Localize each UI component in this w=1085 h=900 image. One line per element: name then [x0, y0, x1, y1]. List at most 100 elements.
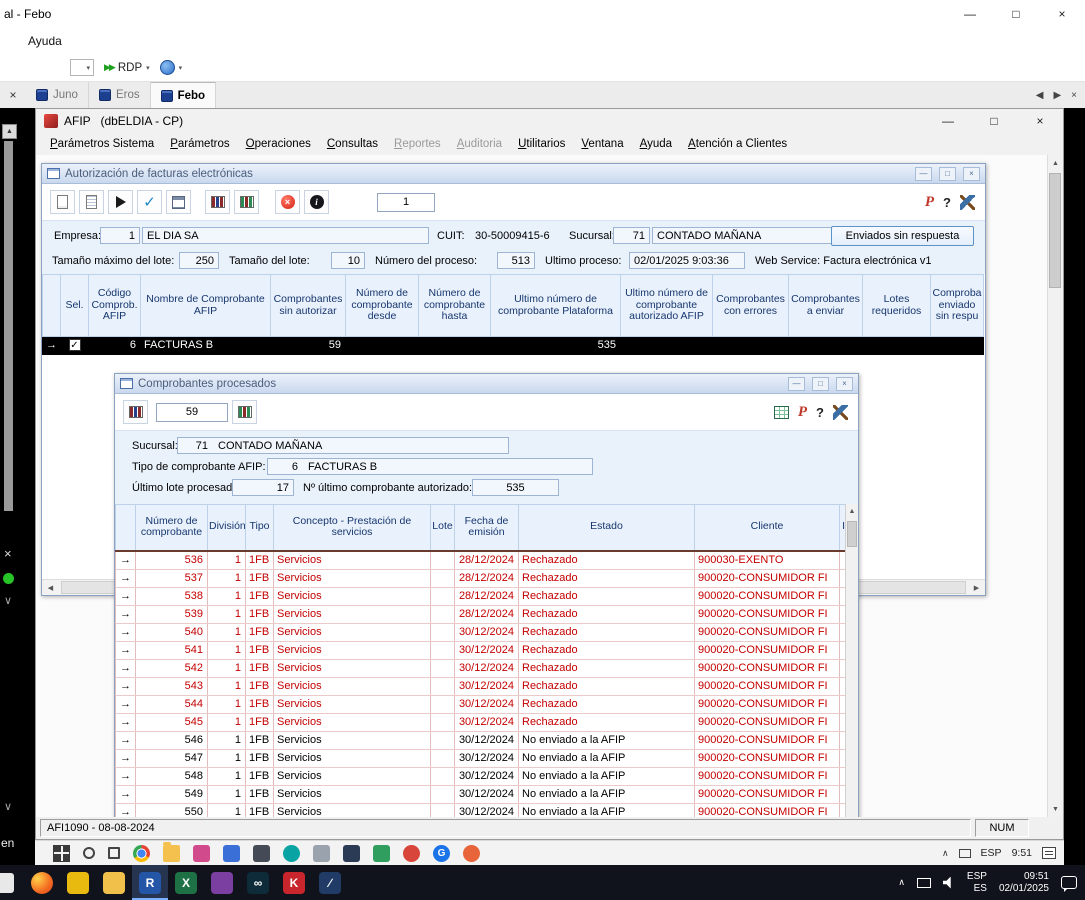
notification-icon[interactable]	[1042, 847, 1056, 859]
tamano-lote-field[interactable]: 10	[331, 252, 365, 269]
afip-menu-utilitarios[interactable]: Utilitarios	[510, 138, 573, 150]
scroll-up-icon[interactable]: ▲	[2, 124, 17, 139]
start-icon[interactable]	[53, 845, 70, 862]
sucursal-code-field[interactable]: 71	[613, 227, 650, 244]
invoice-row[interactable]: →54911FBServicios30/12/2024No enviado a …	[116, 785, 857, 803]
grid2-column-header[interactable]: Tipo	[246, 505, 274, 551]
confirm-button[interactable]: ✓	[137, 190, 162, 214]
tray-expand-icon[interactable]: ∧	[898, 877, 905, 888]
table-icon[interactable]	[774, 406, 789, 419]
grid1-column-header[interactable]: Sel.	[61, 275, 89, 337]
folder-icon[interactable]	[96, 865, 132, 900]
invoice-row[interactable]: →54511FBServicios30/12/2024Rechazado9000…	[116, 713, 857, 731]
grid2-column-header[interactable]: Cliente	[695, 505, 840, 551]
signature-icon[interactable]: P	[798, 405, 807, 420]
grid2-column-header[interactable]: Número de comprobante	[136, 505, 208, 551]
info-button[interactable]: i	[304, 190, 329, 214]
language-indicator[interactable]: ESP ES	[967, 871, 987, 895]
tamano-maximo-field[interactable]: 250	[179, 252, 219, 269]
afip-menu-consultas[interactable]: Consultas	[319, 138, 386, 150]
rdp-menu-button[interactable]: ▶▶ RDP ▾	[104, 62, 150, 74]
orange-app-icon[interactable]	[463, 845, 480, 862]
grid1-column-header[interactable]: Comprobantes a enviar	[789, 275, 863, 337]
afip-menu-auditoria[interactable]: Auditoria	[449, 138, 510, 150]
scroll-track[interactable]	[1048, 171, 1063, 801]
ultimo-proceso-field[interactable]: 02/01/2025 9:03:36	[629, 252, 745, 269]
tools-icon[interactable]	[960, 195, 975, 210]
excel-icon[interactable]: X	[168, 865, 204, 900]
tools-icon[interactable]	[833, 405, 848, 420]
tab-scroll-right-icon[interactable]: ▶	[1053, 90, 1061, 101]
signature-icon[interactable]: P	[925, 195, 934, 210]
search-icon[interactable]	[83, 847, 95, 859]
afip-menu-ventana[interactable]: Ventana	[573, 138, 631, 150]
host-menu-ayuda[interactable]: Ayuda	[28, 34, 62, 48]
export-grid-button[interactable]	[123, 400, 148, 424]
lots-button[interactable]	[205, 190, 230, 214]
scroll-thumb[interactable]	[1049, 173, 1061, 288]
vertical-scrollbar[interactable]	[4, 141, 13, 511]
afip-minimize-button[interactable]: —	[925, 109, 971, 133]
remote-clock[interactable]: 9:51	[1012, 847, 1032, 859]
columns-button[interactable]	[232, 400, 257, 424]
cancel-button[interactable]: ×	[275, 190, 300, 214]
invoice-row[interactable]: →54211FBServicios30/12/2024Rechazado9000…	[116, 659, 857, 677]
task-view-icon[interactable]	[108, 847, 120, 859]
infinity-app-icon[interactable]: ∞	[240, 865, 276, 900]
afip-menu-operaciones[interactable]: Operaciones	[238, 138, 319, 150]
grid2-column-header[interactable]: Concepto - Prestación de servicios	[274, 505, 431, 551]
scroll-right-icon[interactable]: ▶	[968, 580, 985, 595]
chevron-down-icon[interactable]: ∨	[4, 594, 12, 607]
mdi-vertical-scrollbar[interactable]: ▲ ▼	[1047, 155, 1063, 817]
grid1-column-header[interactable]: Lotes requeridos	[863, 275, 931, 337]
w1-close-button[interactable]: ×	[963, 167, 980, 181]
host-minimize-button[interactable]: —	[947, 0, 993, 28]
close-icon[interactable]: ×	[4, 546, 12, 561]
tray-expand-icon[interactable]: ∧	[942, 848, 949, 859]
session-combo[interactable]: ▾	[70, 59, 94, 76]
pen-app-icon[interactable]	[343, 845, 360, 862]
enviados-sin-respuesta-button[interactable]: Enviados sin respuesta	[831, 226, 974, 246]
calendar-app-icon[interactable]	[373, 845, 390, 862]
help-icon[interactable]: ?	[943, 195, 951, 210]
tipo-comprobante-field[interactable]: 6 FACTURAS B	[267, 458, 593, 475]
firefox-icon[interactable]	[24, 865, 60, 900]
teal-app-icon[interactable]	[283, 845, 300, 862]
invoice-row[interactable]: →54611FBServicios30/12/2024No enviado a …	[116, 731, 857, 749]
afip-menu-reportes[interactable]: Reportes	[386, 138, 449, 150]
chrome-icon[interactable]	[133, 845, 150, 862]
edit-button[interactable]	[79, 190, 104, 214]
afip-menu-atenci-n-a-clientes[interactable]: Atención a Clientes	[680, 138, 795, 150]
grid1-column-header[interactable]: Número de comprobante hasta	[419, 275, 491, 337]
red-app-icon[interactable]	[403, 845, 420, 862]
scroll-thumb[interactable]	[847, 521, 857, 547]
grid1-column-header[interactable]: Código Comprob. AFIP	[89, 275, 141, 337]
panel-close-icon[interactable]: ×	[0, 82, 26, 108]
host-close-button[interactable]: ×	[1039, 0, 1085, 28]
afip-close-button[interactable]: ×	[1017, 109, 1063, 133]
tab-juno[interactable]: Juno	[26, 82, 89, 108]
invoice-row[interactable]: →54411FBServicios30/12/2024Rechazado9000…	[116, 695, 857, 713]
afip-maximize-button[interactable]: □	[971, 109, 1017, 133]
grid1-column-header[interactable]: Comproba enviado sin respu	[931, 275, 984, 337]
w2-close-button[interactable]: ×	[836, 377, 853, 391]
invoice-row[interactable]: →53811FBServicios28/12/2024Rechazado9000…	[116, 587, 857, 605]
w1-minimize-button[interactable]: —	[915, 167, 932, 181]
invoice-row[interactable]: →55011FBServicios30/12/2024No enviado a …	[116, 803, 857, 817]
w2-maximize-button[interactable]: □	[812, 377, 829, 391]
tab-eros[interactable]: Eros	[89, 82, 151, 108]
invoice-row[interactable]: →53911FBServicios28/12/2024Rechazado9000…	[116, 605, 857, 623]
invoice-row[interactable]: →54711FBServicios30/12/2024No enviado a …	[116, 749, 857, 767]
rdp-manager-icon[interactable]: R	[132, 865, 168, 900]
afip-menu-par-metros[interactable]: Parámetros	[162, 138, 237, 150]
count-field[interactable]: 59	[156, 403, 228, 422]
scroll-down-icon[interactable]: ▼	[1048, 801, 1063, 817]
gray-doc-icon[interactable]	[313, 845, 330, 862]
speaker-icon[interactable]	[943, 877, 955, 889]
tab-scroll-left-icon[interactable]: ◀	[1036, 90, 1044, 101]
report-app-icon[interactable]	[204, 865, 240, 900]
empresa-name-field[interactable]: EL DIA SA	[142, 227, 429, 244]
help-icon[interactable]: ?	[816, 405, 824, 420]
blue-app-icon[interactable]	[223, 845, 240, 862]
display-icon[interactable]	[917, 878, 931, 888]
